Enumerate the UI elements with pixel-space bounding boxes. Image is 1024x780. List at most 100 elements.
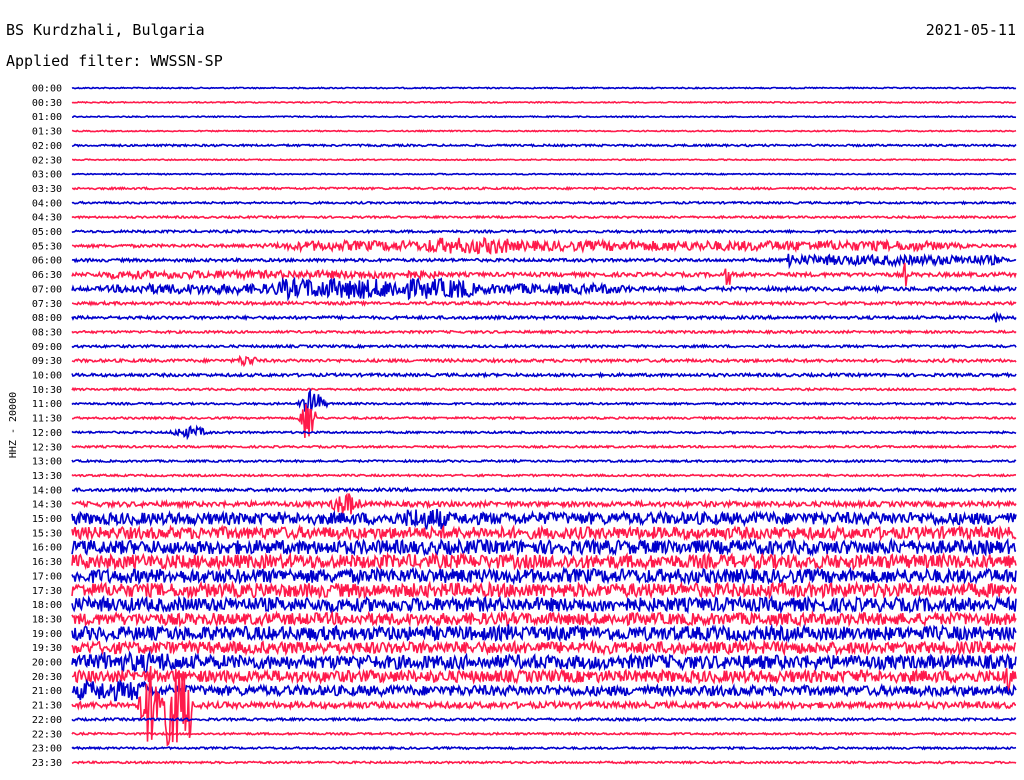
time-tick-label: 16:00 <box>32 543 62 554</box>
trace-row-0630 <box>71 262 1017 287</box>
seismic-traces <box>71 86 1017 765</box>
trace-row-1200 <box>71 424 1017 441</box>
time-tick-label: 17:00 <box>32 571 62 582</box>
trace-row-1830 <box>71 609 1017 628</box>
channel-axis-label: HHZ - 20000 <box>8 392 19 458</box>
trace-row-2330 <box>71 760 1017 765</box>
time-tick-label: 04:30 <box>32 213 62 224</box>
time-tick-label: 20:00 <box>32 658 62 669</box>
trace-row-1230 <box>71 444 1017 450</box>
time-tick-label: 15:30 <box>32 528 62 539</box>
trace-row-0300 <box>71 172 1017 176</box>
time-tick-label: 10:30 <box>32 385 62 396</box>
time-tick-label: 14:00 <box>32 485 62 496</box>
time-tick-label: 15:00 <box>32 514 62 525</box>
trace-row-1930 <box>71 639 1017 657</box>
time-tick-label: 12:00 <box>32 428 62 439</box>
trace-row-2100 <box>71 678 1017 702</box>
time-tick-label: 03:00 <box>32 170 62 181</box>
helicorder-chart: BS Kurdzhali, Bulgaria 2021-05-11 Applie… <box>6 21 1017 769</box>
filter-label: Applied filter: WWSSN-SP <box>6 52 223 70</box>
time-tick-label: 09:00 <box>32 342 62 353</box>
station-title: BS Kurdzhali, Bulgaria <box>6 21 205 39</box>
trace-row-0830 <box>71 328 1017 335</box>
time-tick-label: 21:30 <box>32 701 62 712</box>
time-tick-label: 00:00 <box>32 84 62 95</box>
date-label: 2021-05-11 <box>926 21 1016 39</box>
trace-row-0600 <box>71 252 1017 270</box>
time-tick-label: 01:00 <box>32 112 62 123</box>
trace-row-1900 <box>71 623 1017 644</box>
time-tick-label: 12:30 <box>32 442 62 453</box>
trace-row-1430 <box>71 492 1017 515</box>
trace-row-0400 <box>71 200 1017 206</box>
time-tick-label: 18:30 <box>32 614 62 625</box>
time-tick-label: 01:30 <box>32 127 62 138</box>
time-tick-label: 11:30 <box>32 414 62 425</box>
time-tick-label: 05:30 <box>32 241 62 252</box>
trace-row-0930 <box>71 354 1017 368</box>
trace-row-0200 <box>71 142 1017 148</box>
trace-row-0030 <box>71 100 1017 105</box>
time-tick-label: 10:00 <box>32 371 62 382</box>
time-tick-label: 02:30 <box>32 155 62 166</box>
trace-row-2230 <box>71 731 1017 737</box>
trace-row-1600 <box>71 537 1017 557</box>
trace-row-0730 <box>71 299 1017 307</box>
trace-row-1730 <box>71 580 1017 600</box>
time-tick-label: 14:30 <box>32 500 62 511</box>
time-tick-label: 16:30 <box>32 557 62 568</box>
trace-row-0000 <box>71 86 1017 90</box>
time-tick-label: 05:00 <box>32 227 62 238</box>
time-tick-label: 23:30 <box>32 758 62 769</box>
time-tick-label: 07:30 <box>32 299 62 310</box>
trace-row-0430 <box>71 214 1017 220</box>
trace-row-1700 <box>71 565 1017 586</box>
trace-row-0100 <box>71 114 1017 119</box>
trace-row-1300 <box>71 458 1017 464</box>
time-tick-label: 11:00 <box>32 399 62 410</box>
trace-row-1630 <box>71 551 1017 572</box>
trace-row-1030 <box>71 386 1017 392</box>
trace-row-1500 <box>71 508 1017 530</box>
time-tick-label: 19:30 <box>32 643 62 654</box>
trace-row-1800 <box>71 594 1017 615</box>
time-tick-label: 18:00 <box>32 600 62 611</box>
trace-row-1530 <box>71 523 1017 542</box>
time-tick-label: 04:00 <box>32 198 62 209</box>
trace-row-1000 <box>71 371 1017 379</box>
time-tick-label: 21:00 <box>32 686 62 697</box>
time-tick-label: 22:00 <box>32 715 62 726</box>
trace-row-0800 <box>71 310 1017 323</box>
time-tick-label: 20:30 <box>32 672 62 683</box>
trace-row-0130 <box>71 129 1017 133</box>
time-tick-label: 22:30 <box>32 729 62 740</box>
time-tick-label: 23:00 <box>32 744 62 755</box>
trace-row-2200 <box>71 716 1017 723</box>
time-tick-label: 02:00 <box>32 141 62 152</box>
trace-row-0530 <box>71 236 1017 255</box>
time-tick-label: 00:30 <box>32 98 62 109</box>
time-tick-label: 13:00 <box>32 457 62 468</box>
time-tick-label: 17:30 <box>32 586 62 597</box>
time-tick-labels: 00:00 00:30 01:00 01:30 02:00 02:30 03:00 03:30… <box>32 84 62 769</box>
time-tick-label: 03:30 <box>32 184 62 195</box>
time-tick-label: 08:00 <box>32 313 62 324</box>
time-tick-label: 19:00 <box>32 629 62 640</box>
time-tick-label: 07:00 <box>32 284 62 295</box>
trace-row-0900 <box>71 343 1017 350</box>
time-tick-label: 13:30 <box>32 471 62 482</box>
trace-row-0330 <box>71 185 1017 192</box>
trace-row-2000 <box>71 650 1017 674</box>
trace-row-1100 <box>71 388 1017 415</box>
trace-row-0500 <box>71 228 1017 235</box>
trace-row-1400 <box>71 486 1017 494</box>
time-tick-label: 06:00 <box>32 256 62 267</box>
trace-row-0700 <box>71 276 1017 302</box>
trace-row-0230 <box>72 158 1017 162</box>
trace-row-1330 <box>71 472 1017 478</box>
time-tick-label: 06:30 <box>32 270 62 281</box>
trace-row-2300 <box>71 745 1017 751</box>
time-tick-label: 08:30 <box>32 327 62 338</box>
time-tick-label: 09:30 <box>32 356 62 367</box>
